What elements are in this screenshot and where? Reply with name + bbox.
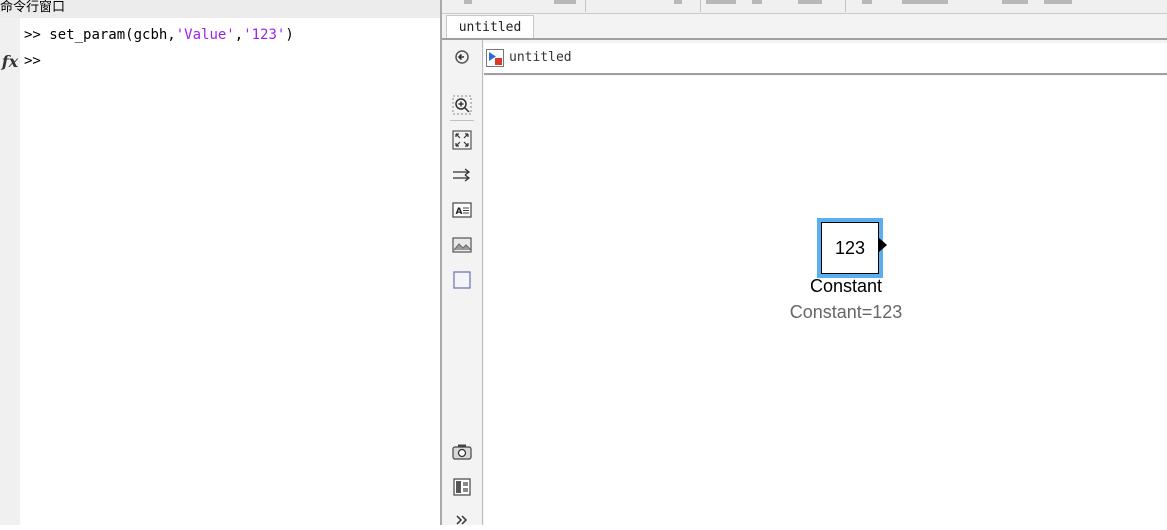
block-annotation: Constant=123 [789, 302, 903, 322]
simulink-editor: untitled A untitled 123 Constant Constan… [442, 0, 1167, 525]
function-browser-icon[interactable]: fx [0, 52, 20, 71]
command-gutter [0, 18, 20, 525]
code-text: set_param(gcbh, [49, 27, 176, 43]
simulink-model-icon[interactable] [486, 49, 504, 67]
tab-untitled[interactable]: untitled [446, 15, 534, 40]
command-prompt: >> [24, 27, 41, 43]
block-palette: A [442, 40, 483, 525]
svg-text:A: A [456, 207, 463, 217]
command-input-line[interactable]: >> [24, 53, 41, 69]
code-text: ) [285, 27, 294, 43]
breadcrumb-label[interactable]: untitled [509, 50, 572, 65]
toolstrip-button[interactable] [674, 0, 682, 4]
command-window-title: 命令行窗口 [0, 0, 440, 18]
toolstrip-button[interactable] [798, 0, 822, 4]
toolstrip-button[interactable] [752, 0, 762, 4]
hide-browser-icon[interactable] [452, 47, 472, 67]
more-chevron-icon[interactable] [452, 510, 472, 530]
model-breadcrumb: untitled [484, 43, 1167, 75]
toolstrip-button[interactable] [1044, 0, 1072, 4]
fit-to-view-icon[interactable] [452, 130, 472, 150]
string-literal: 'Value' [175, 27, 235, 43]
model-browser-icon[interactable] [452, 477, 472, 497]
command-prompt: >> [24, 53, 41, 69]
command-window-panel: 命令行窗口 fx >> set_param(gcbh,'Value','123'… [0, 0, 440, 525]
screenshot-icon[interactable] [452, 442, 472, 462]
area-icon[interactable] [452, 270, 472, 290]
toolstrip-button[interactable] [554, 0, 576, 4]
command-history-line: >> set_param(gcbh,'Value','123') [24, 27, 294, 43]
toolstrip-separator [845, 0, 846, 12]
toolstrip-button[interactable] [706, 0, 736, 4]
palette-separator [450, 120, 474, 121]
block-name[interactable]: Constant [746, 276, 946, 297]
signal-route-icon[interactable] [452, 165, 472, 185]
toolstrip-button[interactable] [464, 0, 472, 4]
toolstrip-button[interactable] [1002, 0, 1028, 4]
output-port-icon[interactable] [879, 238, 887, 252]
toolstrip-separator [585, 0, 586, 12]
tab-divider [442, 38, 1167, 40]
toolstrip-separator [700, 0, 701, 12]
model-canvas[interactable]: 123 Constant Constant=123 [484, 76, 1167, 525]
zoom-in-icon[interactable] [452, 95, 472, 115]
constant-value: 123 [821, 222, 879, 274]
annotation-icon[interactable]: A [452, 200, 472, 220]
constant-block[interactable]: 123 [817, 218, 883, 278]
toolstrip-button[interactable] [902, 0, 948, 4]
image-icon[interactable] [452, 235, 472, 255]
code-separator: , [234, 27, 244, 43]
toolstrip-button[interactable] [862, 0, 872, 4]
toolstrip [442, 0, 1167, 14]
string-literal: '123' [243, 27, 286, 43]
